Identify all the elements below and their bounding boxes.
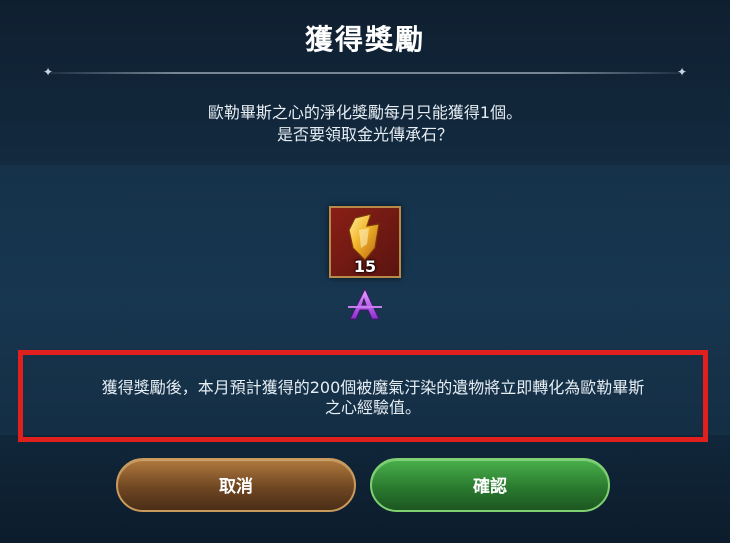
divider-star-icon: ✦ — [42, 65, 54, 79]
reward-item-slot[interactable]: 15 — [329, 206, 401, 278]
notice-message-line2: 之心經驗值。 — [324, 398, 421, 417]
notice-message: 獲得獎勵後，本月預計獲得的200個被魔氣汙染的遺物將立即轉化為歐勒畢斯 之心經驗… — [58, 378, 688, 418]
title-divider — [48, 72, 682, 74]
dialog-message-line2: 是否要領取金光傳承石？ — [276, 125, 453, 144]
grade-a-icon — [348, 287, 382, 320]
dialog-footer-panel — [0, 435, 730, 543]
dialog-title: 獲得獎勵 — [304, 23, 425, 56]
confirm-button[interactable]: 確認 — [370, 458, 610, 512]
divider-star-icon: ✦ — [676, 65, 688, 79]
cancel-button[interactable]: 取消 — [116, 458, 356, 512]
reward-item-count: 15 — [353, 257, 377, 276]
notice-message-line1: 獲得獎勵後，本月預計獲得的200個被魔氣汙染的遺物將立即轉化為歐勒畢斯 — [101, 378, 645, 397]
dialog-message-line1: 歐勒畢斯之心的淨化獎勵每月只能獲得1個。 — [207, 103, 523, 122]
